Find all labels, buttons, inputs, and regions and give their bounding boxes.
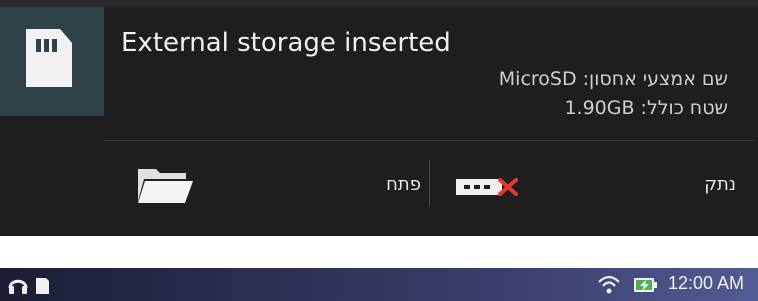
headphones-icon: [8, 279, 28, 294]
open-button[interactable]: פתח: [104, 141, 429, 236]
status-bar[interactable]: 12:00 AM: [0, 268, 758, 301]
battery-charging-icon: [634, 278, 657, 292]
open-label: פתח: [386, 174, 421, 195]
sd-card-icon: [26, 29, 72, 87]
eject-button[interactable]: נתק: [431, 141, 758, 236]
storage-name-text: שם אמצעי אחסון: MicroSD: [498, 68, 728, 90]
notification-icon-box: [0, 7, 104, 116]
action-separator: [429, 160, 430, 206]
eject-usb-icon: [456, 178, 518, 196]
wifi-icon: [598, 275, 620, 294]
notification-title: External storage inserted: [121, 28, 451, 58]
clock-text: 12:00 AM: [667, 273, 744, 293]
total-space-text: שטח כולל: 1.90GB: [564, 97, 728, 119]
status-left-icons: [8, 278, 49, 294]
status-right-icons: [598, 275, 657, 294]
sd-card-small-icon: [36, 278, 49, 294]
panel-top-strip: [0, 0, 758, 7]
folder-icon: [138, 169, 193, 203]
eject-label: נתק: [704, 174, 736, 195]
notification-panel[interactable]: External storage inserted שם אמצעי אחסון…: [0, 0, 758, 236]
